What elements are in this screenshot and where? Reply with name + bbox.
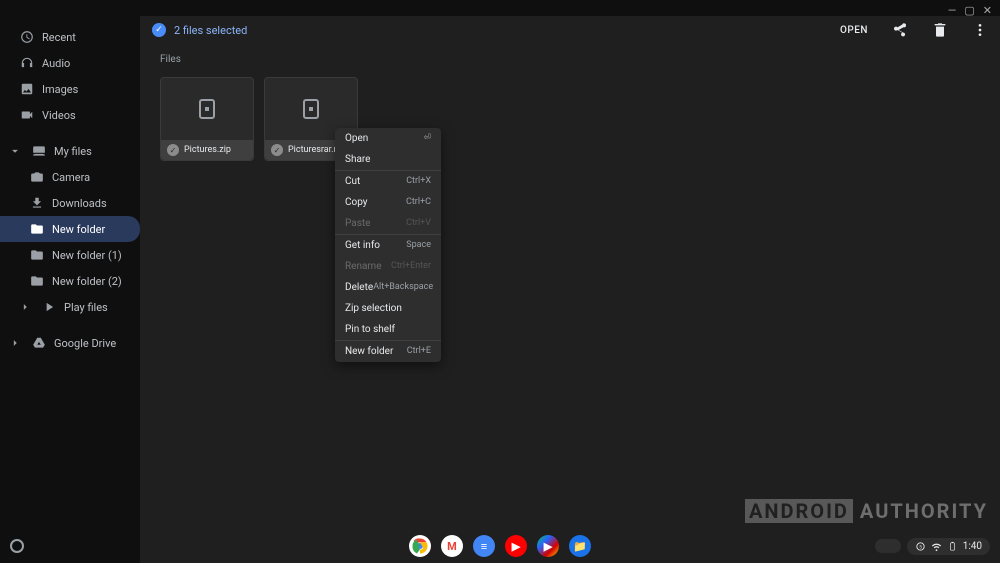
sidebar-item-recent[interactable]: Recent: [0, 24, 140, 50]
sidebar-item-gdrive[interactable]: Google Drive: [0, 330, 140, 356]
wifi-icon: [931, 541, 942, 552]
sidebar-item-newfolder[interactable]: New folder: [0, 216, 140, 242]
phone-hub-toggle[interactable]: [875, 539, 901, 553]
playstore-icon[interactable]: ▶: [537, 535, 559, 557]
battery-icon: [947, 541, 958, 552]
toolbar: 2 files selected OPEN: [140, 16, 1000, 44]
cm-newfolder[interactable]: New folderCtrl+E: [335, 341, 441, 362]
selection-text: 2 files selected: [174, 24, 247, 37]
cm-delete[interactable]: DeleteAlt+Backspace: [335, 277, 441, 298]
check-icon: [271, 144, 283, 156]
sidebar-label: Downloads: [52, 197, 107, 210]
sidebar-label: My files: [54, 145, 92, 158]
sidebar-label: Videos: [42, 109, 76, 122]
sidebar-label: Images: [42, 83, 78, 96]
chevron-down-icon: [8, 144, 22, 158]
sidebar-label: Audio: [42, 57, 70, 70]
clock-icon: [20, 30, 34, 44]
sidebar-label: Play files: [64, 301, 108, 314]
clock-text: 1:40: [963, 541, 982, 552]
context-menu: Open⏎ Share CutCtrl+X CopyCtrl+C PasteCt…: [335, 128, 441, 362]
cm-copy[interactable]: CopyCtrl+C: [335, 192, 441, 213]
sidebar-item-newfolder2[interactable]: New folder (2): [0, 268, 140, 294]
cm-rename: RenameCtrl+Enter: [335, 256, 441, 277]
sidebar-label: New folder: [52, 223, 105, 236]
cm-getinfo[interactable]: Get infoSpace: [335, 235, 441, 256]
sidebar-label: New folder (1): [52, 249, 122, 262]
sidebar-item-playfiles[interactable]: Play files: [0, 294, 140, 320]
svg-text:5: 5: [919, 544, 922, 550]
sidebar-label: Recent: [42, 31, 76, 44]
image-icon: [20, 82, 34, 96]
sidebar-item-camera[interactable]: Camera: [0, 164, 140, 190]
sidebar-item-newfolder1[interactable]: New folder (1): [0, 242, 140, 268]
youtube-icon[interactable]: ▶: [505, 535, 527, 557]
video-icon: [20, 108, 34, 122]
sidebar-label: Google Drive: [54, 337, 116, 350]
launcher-button[interactable]: [10, 539, 24, 553]
cm-share[interactable]: Share: [335, 149, 441, 170]
main-area: 2 files selected OPEN Files Pictures.zip…: [140, 16, 1000, 563]
chrome-icon[interactable]: [409, 535, 431, 557]
camera-icon: [30, 170, 44, 184]
window-maximize[interactable]: ▢: [964, 4, 974, 17]
sidebar-label: New folder (2): [52, 275, 122, 288]
sidebar-item-audio[interactable]: Audio: [0, 50, 140, 76]
cm-pin[interactable]: Pin to shelf: [335, 319, 441, 340]
chevron-right-icon: [8, 336, 22, 350]
sidebar: Recent Audio Images Videos My files Came…: [0, 16, 140, 563]
notification-icon: 5: [915, 541, 926, 552]
cm-open[interactable]: Open⏎: [335, 128, 441, 149]
cm-paste: PasteCtrl+V: [335, 213, 441, 234]
window-minimize[interactable]: —: [948, 4, 957, 17]
check-icon: [167, 144, 179, 156]
archive-icon: [299, 97, 323, 121]
cm-zip[interactable]: Zip selection: [335, 298, 441, 319]
file-item[interactable]: Pictures.zip: [160, 77, 254, 161]
file-name: Pictures.zip: [184, 145, 231, 155]
open-button[interactable]: OPEN: [840, 25, 868, 36]
drive-icon: [32, 336, 46, 350]
chevron-right-icon: [18, 300, 32, 314]
laptop-icon: [32, 144, 46, 158]
sidebar-item-videos[interactable]: Videos: [0, 102, 140, 128]
share-icon[interactable]: [892, 22, 908, 38]
docs-icon[interactable]: ≡: [473, 535, 495, 557]
sidebar-item-myfiles[interactable]: My files: [0, 138, 140, 164]
check-icon: [152, 23, 166, 37]
play-icon: [42, 300, 56, 314]
cm-cut[interactable]: CutCtrl+X: [335, 171, 441, 192]
folder-icon: [30, 274, 44, 288]
shelf: M ≡ ▶ ▶ 📁 5 1:40: [0, 529, 1000, 563]
sidebar-label: Camera: [52, 171, 90, 184]
sidebar-item-images[interactable]: Images: [0, 76, 140, 102]
status-tray[interactable]: 5 1:40: [907, 538, 990, 555]
more-icon[interactable]: [972, 22, 988, 38]
breadcrumb: Files: [160, 54, 980, 65]
headphones-icon: [20, 56, 34, 70]
archive-icon: [195, 97, 219, 121]
sidebar-item-downloads[interactable]: Downloads: [0, 190, 140, 216]
folder-icon: [30, 222, 44, 236]
folder-icon: [30, 248, 44, 262]
files-icon[interactable]: 📁: [569, 535, 591, 557]
gmail-icon[interactable]: M: [441, 535, 463, 557]
delete-icon[interactable]: [932, 22, 948, 38]
selection-indicator: 2 files selected: [152, 23, 247, 37]
window-close[interactable]: ✕: [983, 4, 992, 17]
download-icon: [30, 196, 44, 210]
